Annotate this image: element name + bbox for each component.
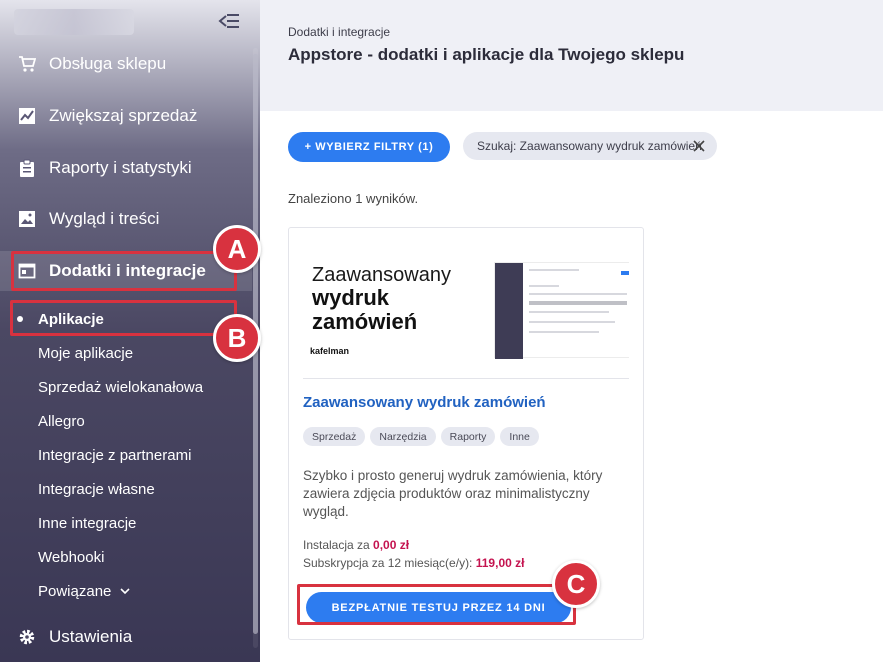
sidebar-item-label: Ustawienia <box>49 627 133 646</box>
subitem-integracje-wlasne[interactable]: Integracje własne <box>38 476 155 502</box>
subitem-sprzedaz-wielokanalowa[interactable]: Sprzedaż wielokanałowa <box>38 374 203 400</box>
image-icon <box>18 210 36 228</box>
sidebar-item-wyglad[interactable]: Wygląd i treści <box>0 199 252 239</box>
thumbnail-line-zamowien: zamówień <box>312 309 418 334</box>
cart-icon <box>18 55 36 73</box>
close-icon[interactable] <box>693 140 705 152</box>
subscription-price-line: Subskrypcja za 12 miesiąc(e/y): 119,00 z… <box>303 556 524 570</box>
callout-highlight-a <box>11 251 237 291</box>
thumbnail-line-wydruk: wydruk <box>312 285 390 310</box>
callout-highlight-c <box>297 584 576 625</box>
thumbnail-subheading: wydruk zamówień <box>312 286 417 334</box>
app-description: Szybko i prosto generuj wydruk zamówieni… <box>303 468 603 519</box>
sidebar-item-ustawienia[interactable]: Ustawienia <box>0 617 252 657</box>
sidebar-item-zwiekszaj-sprzedaz[interactable]: Zwiększaj sprzedaż <box>0 96 252 136</box>
search-chip-label: Szukaj: Zaawansowany wydruk zamówień <box>477 139 702 153</box>
sidebar-item-raporty[interactable]: Raporty i statystyki <box>0 148 252 188</box>
preview-sidebar <box>495 263 523 359</box>
page-title: Appstore - dodatki i aplikacje dla Twoje… <box>288 45 685 64</box>
clipboard-icon <box>18 159 36 177</box>
subitem-label: Powiązane <box>38 582 112 600</box>
trending-chart-icon <box>18 107 36 125</box>
tag-narzedzia[interactable]: Narzędzia <box>370 427 436 446</box>
app-preview-screenshot <box>494 262 629 359</box>
app-tags: Sprzedaż Narzędzia Raporty Inne <box>303 427 539 446</box>
sidebar-item-obsluga-sklepu[interactable]: Obsługa sklepu <box>0 44 252 84</box>
tag-raporty[interactable]: Raporty <box>440 427 496 446</box>
thumbnail-heading: Zaawansowany <box>312 264 451 286</box>
preview-table-header <box>529 301 627 305</box>
subitem-inne-integracje[interactable]: Inne integracje <box>38 510 136 536</box>
sidebar-item-label: Raporty i statystyki <box>49 158 192 177</box>
vendor-brand: kafelman <box>310 346 350 356</box>
tag-inne[interactable]: Inne <box>500 427 539 446</box>
preview-line <box>529 269 579 271</box>
sidebar-item-label: Zwiększaj sprzedaż <box>49 106 198 125</box>
collapse-sidebar-icon[interactable] <box>218 12 240 30</box>
tag-sprzedaz[interactable]: Sprzedaż <box>303 427 366 446</box>
preview-button <box>621 271 629 275</box>
sidebar-item-label: Obsługa sklepu <box>49 54 167 73</box>
card-divider <box>303 378 629 379</box>
results-count: Znaleziono 1 wyników. <box>288 191 419 206</box>
callout-badge-c: C <box>552 560 600 608</box>
search-filter-chip[interactable]: Szukaj: Zaawansowany wydruk zamówień <box>463 132 717 160</box>
subitem-allegro[interactable]: Allegro <box>38 408 85 434</box>
install-label: Instalacja za <box>303 538 370 552</box>
chevron-down-icon <box>120 588 130 595</box>
subscription-label: Subskrypcja za 12 miesiąc(e/y): <box>303 556 473 570</box>
install-price: 0,00 zł <box>373 538 410 552</box>
callout-badge-b: B <box>213 314 261 362</box>
subscription-price: 119,00 zł <box>475 556 525 570</box>
subitem-moje-aplikacje[interactable]: Moje aplikacje <box>38 340 133 366</box>
subitem-webhooki[interactable]: Webhooki <box>38 544 104 570</box>
store-logo <box>14 9 134 35</box>
gear-icon <box>18 628 36 646</box>
breadcrumb[interactable]: Dodatki i integracje <box>288 25 390 39</box>
preview-line <box>529 293 627 295</box>
sidebar-header <box>0 0 260 44</box>
subitem-powiazane[interactable]: Powiązane <box>38 578 130 604</box>
app-thumbnail[interactable]: Zaawansowany wydruk zamówień kafelman <box>303 244 629 362</box>
preview-line <box>529 331 599 333</box>
preview-line <box>529 311 609 313</box>
page-header: Dodatki i integracje Appstore - dodatki … <box>260 0 883 111</box>
callout-badge-a: A <box>213 225 261 273</box>
callout-highlight-b <box>10 300 237 336</box>
app-title-link[interactable]: Zaawansowany wydruk zamówień <box>303 394 546 411</box>
sidebar-item-label: Wygląd i treści <box>49 209 160 228</box>
subitem-integracje-z-partnerami[interactable]: Integracje z partnerami <box>38 442 191 468</box>
preview-line <box>529 321 615 323</box>
choose-filters-button[interactable]: + WYBIERZ FILTRY (1) <box>288 132 450 162</box>
preview-line <box>529 285 559 287</box>
install-price-line: Instalacja za 0,00 zł <box>303 538 409 552</box>
